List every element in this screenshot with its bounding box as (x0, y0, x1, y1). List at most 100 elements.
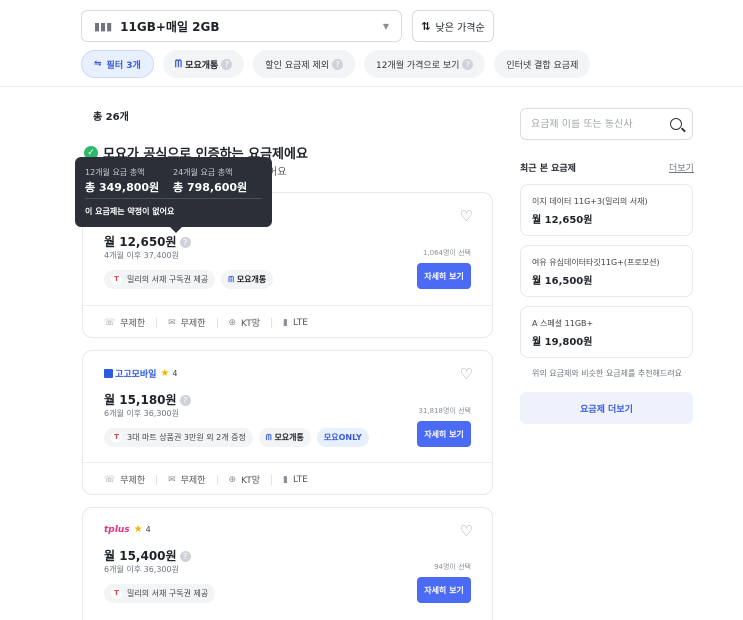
detail-button[interactable]: 자세히 보기 (417, 577, 471, 603)
spec-sms: ✉ 무제한 (168, 473, 206, 487)
selection-count: 94명이 선택 (434, 563, 471, 571)
plan-card[interactable]: ♡ 고고모바일 ★ 4 월 15,180원? 6개월 이후 36,300원 T3… (82, 350, 493, 495)
moyo-open-tag: ᗰ 모요개통 (258, 428, 311, 447)
carrier-rating: 4 (172, 369, 178, 378)
selection-count: 1,064명이 선택 (422, 249, 471, 257)
heart-icon[interactable]: ♡ (460, 207, 473, 225)
signal-icon: ▮ (283, 317, 288, 328)
recent-plan-name: A 스페셜 11GB+ (532, 319, 594, 328)
spec-type: ▮ LTE (283, 475, 308, 485)
spec-voice: ☏ 무제한 (104, 316, 146, 330)
moyo-mark-icon: ᗰ (174, 58, 182, 70)
spec-divider (216, 474, 218, 485)
help-icon[interactable]: ? (221, 58, 233, 70)
internet-bundle-chip[interactable]: 인터넷 결합 요금제 (494, 50, 591, 78)
benefit-tag: T 밀리의 서재 구독권 제공 (104, 270, 216, 289)
spec-sms-value: 무제한 (180, 476, 206, 486)
moyo-open-chip[interactable]: ᗰ 모요개통 ? (162, 50, 245, 78)
more-plans-button[interactable]: 요금제 더보기 (520, 392, 693, 424)
plan-price: 월 15,400원? (104, 547, 191, 564)
message-icon: ✉ (168, 474, 176, 485)
help-icon[interactable]: ? (462, 58, 474, 70)
help-icon[interactable]: ? (179, 551, 191, 562)
recent-plan-card[interactable]: 이지 데이터 11G+3(밀리의 서재) 월 12,650원 (520, 184, 693, 236)
gogo-mobile-icon (104, 369, 113, 378)
plan-specs: ☏ 무제한 ✉ 무제한 ⊕ KT망 ▮ LTE (104, 473, 308, 486)
spec-voice-value: 무제한 (120, 476, 146, 486)
plan-card[interactable]: ♡ tplus ★ 4 월 15,400원? 6개월 이후 36,300원 T밀… (82, 507, 493, 620)
spec-voice-value: 무제한 (120, 319, 146, 329)
moyo-tag-label: 모요개통 (274, 433, 304, 442)
plan-filter-value: 11GB+매일 2GB (120, 19, 220, 34)
plan-tags: T 밀리의 서재 구독권 제공 (104, 584, 216, 603)
twelve-month-price-chip[interactable]: 12개월 가격으로 보기 ? (363, 50, 486, 78)
tooltip-value-12: 총 349,800원 (85, 181, 160, 194)
plan-price: 월 12,650원? (104, 233, 191, 250)
selection-count: 31,818명이 선택 (418, 407, 471, 415)
plan-filter-dropdown[interactable]: ▮▮▮ 11GB+매일 2GB ▼ (81, 10, 402, 42)
carrier-logo: tplus (104, 524, 130, 535)
message-icon: ✉ (168, 317, 176, 328)
star-icon: ★ (160, 368, 170, 379)
spec-divider (271, 474, 273, 485)
benefit-tag: T 3대 마트 상품권 3만원 외 2개 증정 (104, 428, 253, 447)
search-box[interactable] (520, 108, 693, 140)
search-icon[interactable] (670, 118, 682, 130)
help-icon[interactable]: ? (179, 237, 191, 248)
filter-chip[interactable]: ⇋ 필터 3개 (81, 50, 154, 78)
carrier-rating: 4 (145, 525, 151, 534)
plan-price-value: 월 15,400원 (104, 549, 177, 563)
sort-label: 낮은 가격순 (435, 22, 485, 34)
moyo-logo: ᗰ 모요개통 (175, 58, 219, 71)
card-divider (83, 462, 492, 463)
card-divider (83, 305, 492, 306)
benefit-tag: T 밀리의 서재 구독권 제공 (104, 584, 216, 603)
plan-after-price: 6개월 이후 36,300원 (104, 409, 179, 418)
spec-voice: ☏ 무제한 (104, 473, 146, 487)
spec-network-value: KT망 (241, 476, 261, 486)
phone-icon: ☏ (104, 317, 116, 328)
recent-plan-card[interactable]: 여유 유심데이터타깃11G+(프로모션) 월 16,500원 (520, 245, 693, 297)
spec-network-value: KT망 (241, 319, 261, 329)
benefit-tag-label: 밀리의 서재 구독권 제공 (127, 589, 209, 598)
tooltip-arrow (170, 227, 182, 233)
spec-divider (156, 474, 158, 485)
heart-icon[interactable]: ♡ (460, 522, 473, 540)
sort-button[interactable]: ⇅ 낮은 가격순 (412, 10, 494, 42)
recent-plan-price: 월 16,500원 (532, 276, 593, 287)
telecom-icon: T (111, 432, 122, 443)
search-input[interactable] (531, 118, 661, 130)
moyo-mark-icon: ᗰ (228, 274, 234, 284)
tooltip-value-24: 총 798,600원 (173, 181, 248, 194)
moyo-tag-label: 모요개통 (236, 275, 267, 284)
globe-icon: ⊕ (228, 474, 237, 485)
sliders-icon: ⇋ (94, 59, 102, 69)
twelve-month-label: 12개월 가격으로 보기 (375, 60, 460, 71)
spec-divider (156, 317, 158, 328)
help-icon[interactable]: ? (331, 58, 343, 70)
internet-bundle-label: 인터넷 결합 요금제 (506, 60, 579, 71)
signal-bars-icon: ▮▮▮ (94, 19, 113, 33)
spec-divider (216, 317, 218, 328)
recent-plan-card[interactable]: A 스페셜 11GB+ 월 19,800원 (520, 306, 693, 358)
header-divider (0, 86, 743, 87)
detail-button[interactable]: 자세히 보기 (417, 263, 471, 289)
plan-price-value: 월 15,180원 (104, 393, 177, 407)
recent-plan-name: 여유 유심데이터타깃11G+(프로모션) (532, 258, 660, 267)
exclude-discount-chip[interactable]: 할인 요금제 제외 ? (253, 50, 355, 78)
tooltip-note: 이 요금제는 약정이 없어요 (85, 207, 175, 216)
heart-icon[interactable]: ♡ (460, 365, 473, 383)
result-count: 총 26개 (93, 112, 129, 123)
tooltip-divider (85, 198, 262, 199)
plan-price-value: 월 12,650원 (104, 235, 177, 249)
spec-network: ⊕ KT망 (229, 316, 261, 330)
signal-icon: ▮ (283, 474, 288, 485)
detail-button[interactable]: 자세히 보기 (417, 421, 471, 447)
spec-type-value: LTE (292, 474, 308, 485)
moyo-chip-label: 모요개통 (185, 60, 219, 71)
recent-more-link[interactable]: 더보기 (669, 161, 694, 174)
help-icon[interactable]: ? (179, 395, 191, 406)
recent-plan-price: 월 19,800원 (532, 337, 593, 348)
moyo-only-tag: 모요ONLY (316, 428, 369, 447)
spec-sms: ✉ 무제한 (168, 316, 205, 330)
